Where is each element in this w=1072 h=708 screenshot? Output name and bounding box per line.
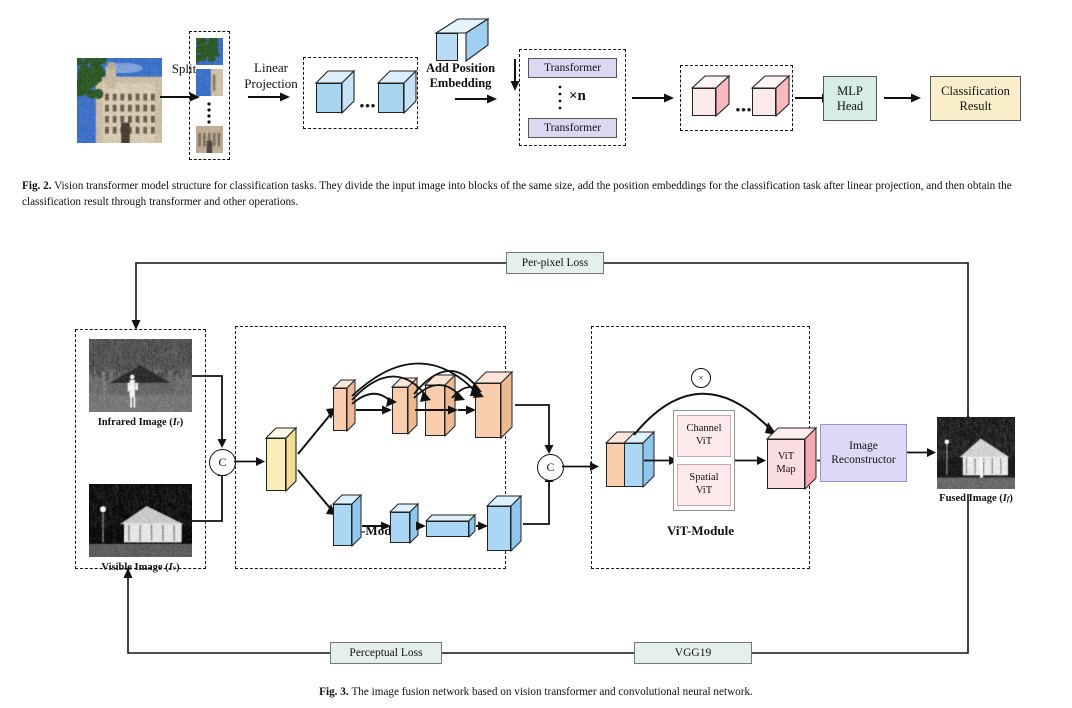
fig2-classification-line2: Result xyxy=(941,99,1010,114)
fig3-image-reconstructor-box: Image Reconstructor xyxy=(820,424,907,482)
fig3-reconstructor-line2: Reconstructor xyxy=(831,453,896,467)
fig3-fused-label: Fused Image (If) xyxy=(920,491,1032,505)
fig2-patch-2 xyxy=(196,69,223,96)
fig3-vit-map-cube: ViT Map xyxy=(767,428,817,494)
fig2-arrow-to-result xyxy=(884,91,924,105)
fig2-add-position-line2: Embedding xyxy=(409,76,512,91)
fig2-arrow-transformer-out xyxy=(632,91,677,105)
fig2-transformer-repeat-label: ×n xyxy=(569,88,599,106)
fig2-input-photo xyxy=(77,58,162,143)
figure-2-caption: Fig. 2. Vision transformer model structu… xyxy=(22,178,1052,210)
fig2-arrow-linear xyxy=(248,90,293,104)
fig2-transformer-bottom: Transformer xyxy=(528,118,617,138)
fig3-vit-multiply-arc xyxy=(0,232,900,672)
fig2-token-pink-2 xyxy=(752,76,794,120)
fig3-fused-photo xyxy=(937,417,1015,489)
fig2-token-pink-1 xyxy=(692,76,734,120)
figure-3-caption-text: The image fusion network based on vision… xyxy=(351,684,752,700)
fig2-add-position-line1: Add Position xyxy=(409,61,512,76)
fig2-mlp-head-line1: MLP xyxy=(837,84,863,99)
fig3-fused-sub: f xyxy=(1007,494,1010,503)
fig2-patch-n xyxy=(196,126,223,153)
fig3-reconstructor-to-fused-arrow xyxy=(907,446,939,460)
fig3-vit-map-line1: ViT xyxy=(776,451,795,464)
fig2-classification-result-box: Classification Result xyxy=(930,76,1021,121)
figure-3-caption: Fig. 3. The image fusion network based o… xyxy=(0,684,1072,700)
fig2-token-blue-ellipsis: ••• xyxy=(357,98,379,112)
figure-3: Per-pixel Loss Perceptual Loss VGG19 Inf… xyxy=(0,232,1072,672)
fig3-fused-label-text: Fused Image ( xyxy=(939,493,1003,504)
fig2-transformer-repeat-dots xyxy=(556,84,564,112)
fig2-transformer-top: Transformer xyxy=(528,58,617,78)
fig2-arrow-to-transformer xyxy=(455,92,500,106)
fig2-patch-vertical-dots xyxy=(205,101,213,123)
fig2-linear-projection-line1: Linear xyxy=(235,60,307,76)
fig3-vit-map-line2: Map xyxy=(776,464,795,477)
figure-2-caption-label: Fig. 2. xyxy=(22,180,52,192)
figure-2-caption-text: Vision transformer model structure for c… xyxy=(22,180,1012,208)
fig2-patch-1 xyxy=(196,38,223,65)
figure-3-caption-label: Fig. 3. xyxy=(319,684,349,700)
fig2-add-position-label: Add Position Embedding xyxy=(409,61,512,93)
fig2-linear-projection-label: Linear Projection xyxy=(235,60,307,94)
fig3-multiply-operator: × xyxy=(691,368,711,388)
fig2-mlp-head-line2: Head xyxy=(837,99,863,114)
fig3-reconstructor-line1: Image xyxy=(831,439,896,453)
fig2-token-blue-1 xyxy=(316,71,358,115)
fig2-position-embedding-cube xyxy=(436,19,494,63)
fig2-mlp-head-box: MLP Head xyxy=(823,76,877,121)
fig2-classification-line1: Classification xyxy=(941,84,1010,99)
